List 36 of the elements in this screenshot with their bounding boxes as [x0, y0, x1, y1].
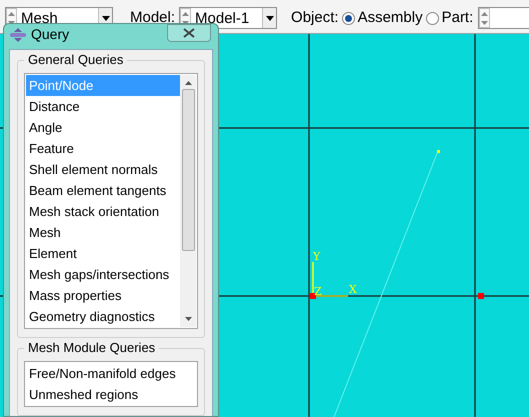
list-item[interactable]: Element	[26, 243, 180, 264]
list-item[interactable]: Beam element tangents	[26, 180, 180, 201]
list-item[interactable]: Unmeshed regions	[26, 384, 196, 405]
list-item[interactable]: Shell element normals	[26, 159, 180, 180]
query-icon	[10, 28, 26, 42]
group-title: Mesh Module Queries	[24, 340, 160, 356]
radio-label: Assembly	[358, 8, 423, 28]
triad-y-label: Y	[313, 250, 320, 263]
model-label: Model:	[130, 8, 176, 28]
triad-x-label: X	[349, 283, 357, 296]
spinner-icon[interactable]	[479, 8, 490, 28]
group-title: General Queries	[24, 52, 128, 68]
list-item[interactable]: Mesh	[26, 222, 180, 243]
scroll-up-icon[interactable]	[184, 81, 192, 85]
close-button[interactable]	[167, 24, 211, 42]
list-item[interactable]: Geometry diagnostics	[26, 306, 180, 327]
combo-value: Model-1	[194, 10, 250, 26]
triad-z-label: Z	[314, 285, 322, 298]
scroll-down-icon[interactable]	[184, 317, 192, 321]
point-marker	[437, 150, 440, 153]
triad-x-axis	[313, 295, 348, 297]
scrollbar[interactable]	[180, 75, 196, 327]
list-item[interactable]: Mesh stack orientation	[26, 201, 180, 222]
object-label: Object:	[291, 8, 339, 28]
triad-y-axis	[312, 262, 314, 296]
combo-value: Mesh	[20, 10, 59, 26]
list-item[interactable]: Mesh gaps/intersections	[26, 264, 180, 285]
list-item[interactable]: Feature	[26, 138, 180, 159]
node-marker	[310, 293, 316, 299]
node-marker	[478, 293, 484, 299]
close-icon	[183, 28, 195, 38]
list-item[interactable]: Distance	[26, 96, 180, 117]
list-item[interactable]: Mass properties	[26, 285, 180, 306]
radio-label: Part:	[442, 8, 474, 28]
list-item[interactable]: Free/Non-manifold edges	[26, 363, 196, 384]
list-item[interactable]: Angle	[26, 117, 180, 138]
